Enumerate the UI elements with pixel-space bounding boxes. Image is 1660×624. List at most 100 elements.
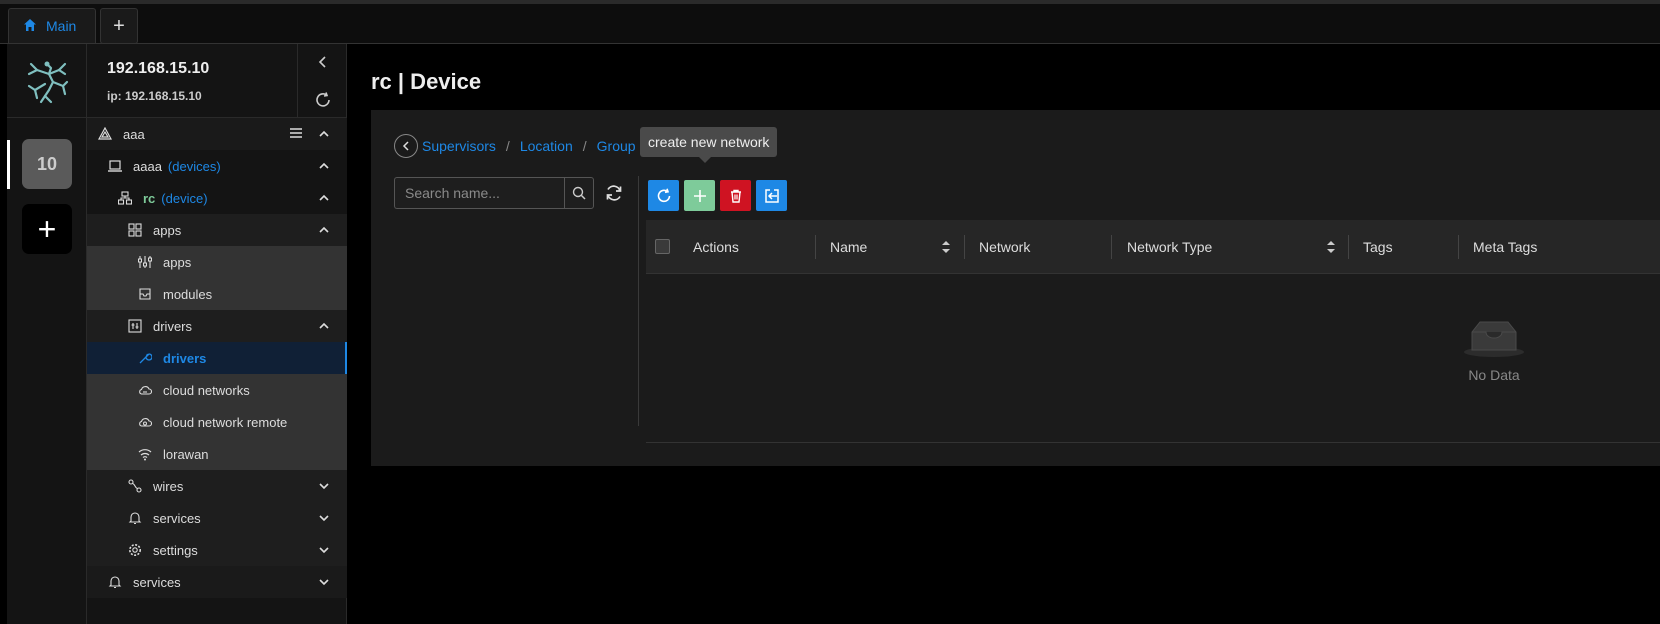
- tree-item-label: cloud networks: [163, 382, 250, 398]
- reload-button[interactable]: [298, 82, 348, 118]
- host-title: 192.168.15.10: [107, 60, 210, 77]
- tree-item-rc[interactable]: rc (device): [87, 182, 347, 214]
- chevron-up-icon[interactable]: [317, 319, 331, 333]
- column-network-type[interactable]: Network Type: [1127, 220, 1212, 274]
- tree-item-drivers[interactable]: drivers: [87, 342, 347, 374]
- cloud-sync-icon: [137, 414, 153, 430]
- search-icon: [572, 186, 586, 200]
- tree-item-settings[interactable]: settings: [87, 534, 347, 566]
- chevron-down-icon[interactable]: [317, 575, 331, 589]
- breadcrumb-supervisors[interactable]: Supervisors: [422, 138, 496, 154]
- chevron-up-icon[interactable]: [317, 191, 331, 205]
- tree-item-label: services: [153, 510, 201, 526]
- collapse-sidebar-button[interactable]: [298, 44, 348, 80]
- search-input[interactable]: [394, 177, 564, 209]
- column-tags: Tags: [1363, 239, 1393, 255]
- chevron-left-icon: [402, 141, 409, 151]
- tree-item-aaaa[interactable]: aaaa (devices): [87, 150, 347, 182]
- tree-item-services-root[interactable]: services: [87, 566, 347, 598]
- tree-item-services[interactable]: services: [87, 502, 347, 534]
- tree-item-label: wires: [153, 478, 184, 494]
- tree-item-aaa[interactable]: aaa: [87, 118, 347, 150]
- chevron-down-icon[interactable]: [317, 479, 331, 493]
- chevron-down-icon[interactable]: [317, 543, 331, 557]
- cloud-icon: [137, 382, 153, 398]
- refresh-button[interactable]: [648, 180, 679, 211]
- tree-item-type: (devices): [167, 158, 221, 174]
- workspace-badge[interactable]: 10: [22, 139, 72, 189]
- wrench-icon: [137, 350, 153, 366]
- tree-item-label: settings: [153, 542, 198, 558]
- chevron-left-icon: [318, 56, 326, 68]
- chevron-down-icon[interactable]: [317, 511, 331, 525]
- chevron-up-icon[interactable]: [317, 159, 331, 173]
- pane-divider[interactable]: [638, 176, 639, 426]
- workspace-rail: 10 +: [7, 44, 87, 624]
- empty-inbox-icon: [1464, 321, 1524, 357]
- column-network: Network: [979, 239, 1031, 255]
- chevron-up-icon[interactable]: [317, 127, 331, 141]
- tree-item-cloud-network-remote[interactable]: cloud network remote: [87, 406, 347, 438]
- home-icon: [23, 18, 37, 35]
- empty-state: No Data: [1459, 318, 1529, 383]
- tree-item-wires[interactable]: wires: [87, 470, 347, 502]
- tree-item-cloud-networks[interactable]: cloud networks: [87, 374, 347, 406]
- page-title: rc | Device: [371, 69, 482, 94]
- column-meta-tags: Meta Tags: [1473, 239, 1538, 255]
- wifi-icon: [137, 446, 153, 462]
- sidebar: 192.168.15.10 ip: 192.168.15.10 aaa aaaa…: [87, 44, 347, 624]
- top-tab-bar: Main +: [0, 0, 1660, 44]
- tree-item-type: (device): [161, 190, 208, 206]
- chevron-up-icon[interactable]: [317, 223, 331, 237]
- active-workspace-indicator: [7, 140, 10, 189]
- breadcrumb-location[interactable]: Location: [520, 138, 573, 154]
- sliders-icon: [137, 254, 153, 270]
- refresh-tree-button[interactable]: [601, 180, 627, 206]
- breadcrumb-separator: /: [582, 138, 587, 154]
- delete-button[interactable]: [720, 180, 751, 211]
- breadcrumb-group[interactable]: Group: [597, 138, 636, 154]
- create-network-button[interactable]: [684, 180, 715, 211]
- back-button[interactable]: [394, 134, 418, 158]
- hierarchy-icon: [117, 190, 133, 206]
- gear-icon: [127, 542, 143, 558]
- tree-item-apps-group[interactable]: apps: [87, 214, 347, 246]
- sync-icon: [606, 185, 622, 201]
- tree-item-label: drivers: [163, 350, 207, 366]
- host-ip: ip: 192.168.15.10: [107, 89, 202, 103]
- export-icon: [764, 188, 779, 203]
- select-all-checkbox[interactable]: [655, 239, 670, 254]
- add-tab-button[interactable]: +: [100, 8, 138, 44]
- tree-item-apps[interactable]: apps: [87, 246, 347, 278]
- bell-icon: [127, 510, 143, 526]
- column-name[interactable]: Name: [830, 220, 867, 274]
- create-network-tooltip: create new network: [640, 127, 778, 163]
- tab-main[interactable]: Main: [8, 8, 96, 44]
- menu-icon[interactable]: [289, 126, 303, 143]
- tree-item-label: apps: [153, 222, 182, 238]
- wires-icon: [127, 478, 143, 494]
- tree-item-drivers-group[interactable]: drivers: [87, 310, 347, 342]
- tree-item-label: services: [133, 574, 181, 590]
- tree-item-label: modules: [163, 286, 213, 302]
- laptop-icon: [107, 158, 123, 174]
- tree-item-label: cloud network remote: [163, 414, 288, 430]
- tree-item-modules[interactable]: modules: [87, 278, 347, 310]
- add-workspace-button[interactable]: +: [22, 204, 72, 254]
- bell-icon: [107, 574, 123, 590]
- sidebar-header: 192.168.15.10 ip: 192.168.15.10: [87, 44, 347, 118]
- tree-item-label: rc: [143, 190, 156, 206]
- network-icon: [97, 126, 113, 142]
- drivers-icon: [127, 318, 143, 334]
- logo: [7, 44, 87, 118]
- breadcrumb-separator: /: [505, 138, 510, 154]
- trash-icon: [730, 189, 741, 203]
- tree-item-lorawan[interactable]: lorawan: [87, 438, 347, 470]
- export-button[interactable]: [756, 180, 787, 211]
- table-header: Actions Name Network Network Type Tags M…: [646, 220, 1660, 274]
- empty-state-text: No Data: [1468, 367, 1520, 383]
- tree-item-label: apps: [163, 254, 192, 270]
- tree-item-label: lorawan: [163, 446, 209, 462]
- column-actions: Actions: [693, 239, 739, 255]
- search-button[interactable]: [564, 177, 594, 209]
